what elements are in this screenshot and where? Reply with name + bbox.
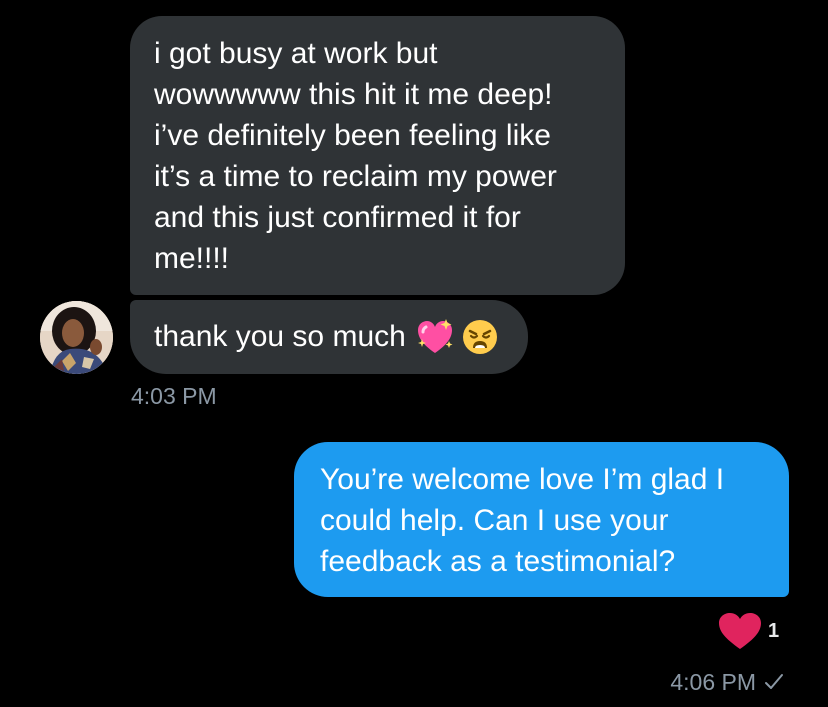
sent-message-bubble[interactable]: You’re welcome love I’m glad I could hel… [294, 442, 789, 597]
weary-face-icon [462, 319, 497, 354]
check-icon [765, 674, 783, 689]
avatar[interactable] [40, 301, 113, 374]
received-message-bubble[interactable]: i got busy at work but wowwwww this hit … [130, 16, 625, 295]
received-message-bubble[interactable]: thank you so much [130, 300, 528, 374]
message-text: thank you so much [154, 320, 406, 353]
emoji-group [416, 316, 498, 357]
sent-timestamp: 4:06 PM [670, 669, 756, 695]
sent-timestamp-row: 4:06 PM [670, 668, 784, 696]
avatar-photo [40, 301, 113, 374]
reaction[interactable]: 1 [718, 612, 779, 650]
received-timestamp: 4:03 PM [131, 383, 217, 409]
heart-icon [719, 613, 761, 649]
sparkling-heart-icon [417, 318, 453, 353]
reaction-count: 1 [768, 620, 780, 642]
dm-conversation: i got busy at work but wowwwww this hit … [0, 0, 828, 707]
